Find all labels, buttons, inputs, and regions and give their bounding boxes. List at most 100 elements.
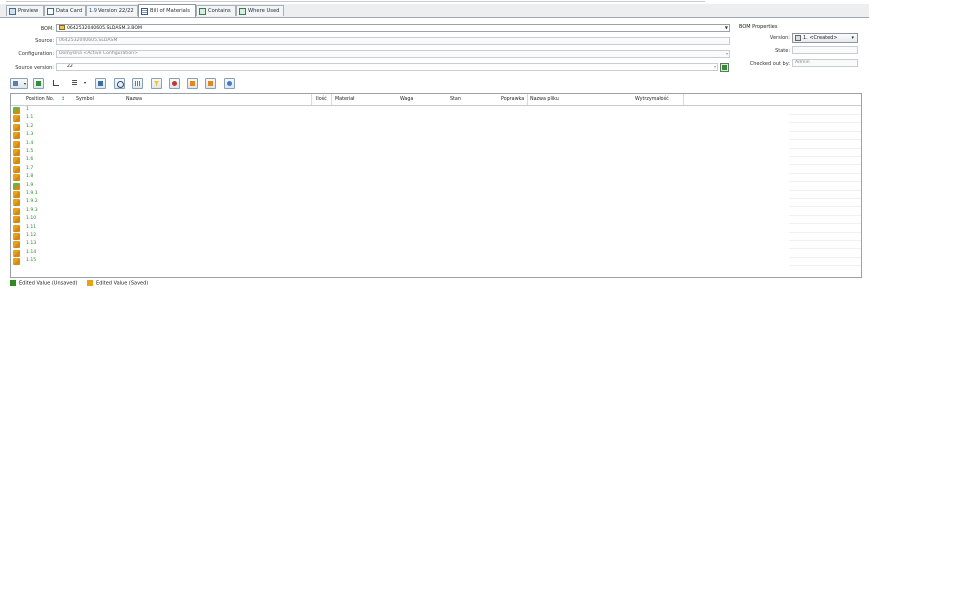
tab-preview[interactable]: Preview [6,5,44,16]
configuration-select[interactable]: Domyślna <Active Configuration> ▾ [56,50,730,58]
version-select[interactable]: 1. <Created> ▾ [792,33,858,43]
table-row[interactable]: 1.4 [11,140,861,149]
indent-icon [72,80,77,85]
source-version-select[interactable]: 22 ▾ [56,63,718,71]
table-row[interactable]: 1.9 [11,182,861,191]
part-icon [13,216,20,224]
position-no: 1.4 [26,140,34,146]
table-row[interactable]: 1.14 [11,249,861,258]
source-field: 0642532040605.SLDASM [56,37,730,45]
table-row[interactable]: 1.5 [11,148,861,157]
position-no: 1.2 [26,123,34,129]
col-waga[interactable]: Waga [400,97,413,102]
position-no: 1.6 [26,157,34,163]
table-row[interactable]: 1.7 [11,165,861,174]
part-icon [13,199,20,207]
part-icon [13,191,20,198]
indent-button[interactable]: ▾ [70,78,88,89]
export-button[interactable]: ▾ [10,78,28,89]
source-version-label: Source version: [15,65,54,71]
part-icon [13,132,20,140]
help-button[interactable] [224,78,235,89]
help-icon [227,81,232,86]
col-poprawka[interactable]: Poprawka [501,97,524,102]
next-button[interactable] [205,78,216,89]
columns-icon [135,81,140,86]
table-row[interactable]: 1.10 [11,215,861,225]
table-row[interactable]: 1.9.1 [11,190,861,199]
table-row[interactable]: 1.8 [11,173,861,183]
position-no: 1.1 [26,115,34,121]
position-no: 1.9 [26,182,34,188]
configuration-label: Configuration: [18,51,54,57]
where-used-icon [239,7,246,15]
tab-contains[interactable]: Contains [196,5,236,16]
table-row[interactable]: 1.9.2 [11,198,861,208]
col-stan[interactable]: Stan [450,97,461,102]
target-button[interactable] [169,78,180,89]
part-icon [13,107,20,114]
checked-out-label: Checked out by: [749,61,790,67]
table-view-button[interactable] [95,78,106,89]
col-nazwa[interactable]: Nazwa [126,97,142,102]
table-row[interactable]: 1.2 [11,123,861,132]
chevron-down-icon[interactable]: ▼ [725,25,728,31]
table-row[interactable]: 1.1 [11,114,861,124]
col-material[interactable]: Materiał [335,97,355,102]
legend-saved: Edited Value (Saved) [96,280,149,287]
tab-bill-of-materials[interactable]: Bill of Materials [138,4,196,17]
bom-properties-title: BOM Properties [739,24,778,30]
version-label: Version: [769,35,790,41]
table-row[interactable]: 1.13 [11,240,861,250]
sort-icon[interactable]: ↕ [61,97,65,102]
version-icon: 1.9 [89,7,97,14]
tab-where-used[interactable]: Where Used [236,5,284,16]
columns-button[interactable] [132,78,143,89]
refresh-icon [722,65,727,70]
filter-button[interactable] [151,78,162,89]
tab-version[interactable]: 1.9 Version 22/22 [86,5,138,16]
find-button[interactable] [114,78,125,89]
part-icon [13,149,20,156]
grid-header: Position No. ↕ Symbol Nazwa Ilość Materi… [11,94,861,106]
table-row[interactable]: 1.9.3 [11,207,861,216]
tree-view-button[interactable] [51,78,62,89]
table-row[interactable]: 1.11 [11,224,861,233]
col-ilosc[interactable]: Ilość [316,97,327,102]
table-row[interactable]: 1.12 [11,232,861,241]
previous-icon [190,81,195,86]
position-no: 1.9.1 [26,191,38,196]
bom-icon [141,7,148,15]
position-no: 1.13 [26,241,37,247]
part-icon [13,165,20,173]
table-row[interactable]: 1.15 [11,257,861,267]
legend-unsaved: Edited Value (Unsaved) [19,280,78,287]
tab-data-card[interactable]: Data Card [44,5,86,16]
previous-button[interactable] [187,78,198,89]
part-icon [13,249,20,257]
position-no: 1.12 [26,233,37,238]
chevron-down-icon[interactable]: ▾ [726,51,728,57]
refresh-source-button[interactable] [720,63,729,72]
chevron-down-icon[interactable]: ▾ [714,64,716,70]
chevron-down-icon[interactable]: ▾ [851,34,854,42]
target-icon [172,81,177,86]
col-symbol[interactable]: Symbol [76,97,94,102]
col-position-no[interactable]: Position No. [26,97,54,102]
bom-select[interactable]: 0642532040605.SLDASM.3.BOM ▼ [56,24,730,32]
excel-icon [36,81,41,86]
table-row[interactable]: 1.6 [11,156,861,166]
tree-view-icon [53,80,59,86]
bom-grid[interactable]: Position No. ↕ Symbol Nazwa Ilość Materi… [10,93,862,278]
position-no: 1.5 [26,149,34,154]
col-nazwa-pliku[interactable]: Nazwa pliku [530,97,559,102]
bom-label: BOM: [40,26,54,32]
edit-bom-icon [59,25,65,30]
col-wytrzymalosc[interactable]: Wytrzymałość [635,97,669,102]
data-card-icon [47,7,54,15]
filter-icon [154,81,159,86]
excel-button[interactable] [33,78,44,89]
part-icon [13,241,20,249]
table-row[interactable]: 1.3 [11,131,861,141]
table-row[interactable]: 1 [11,106,861,115]
